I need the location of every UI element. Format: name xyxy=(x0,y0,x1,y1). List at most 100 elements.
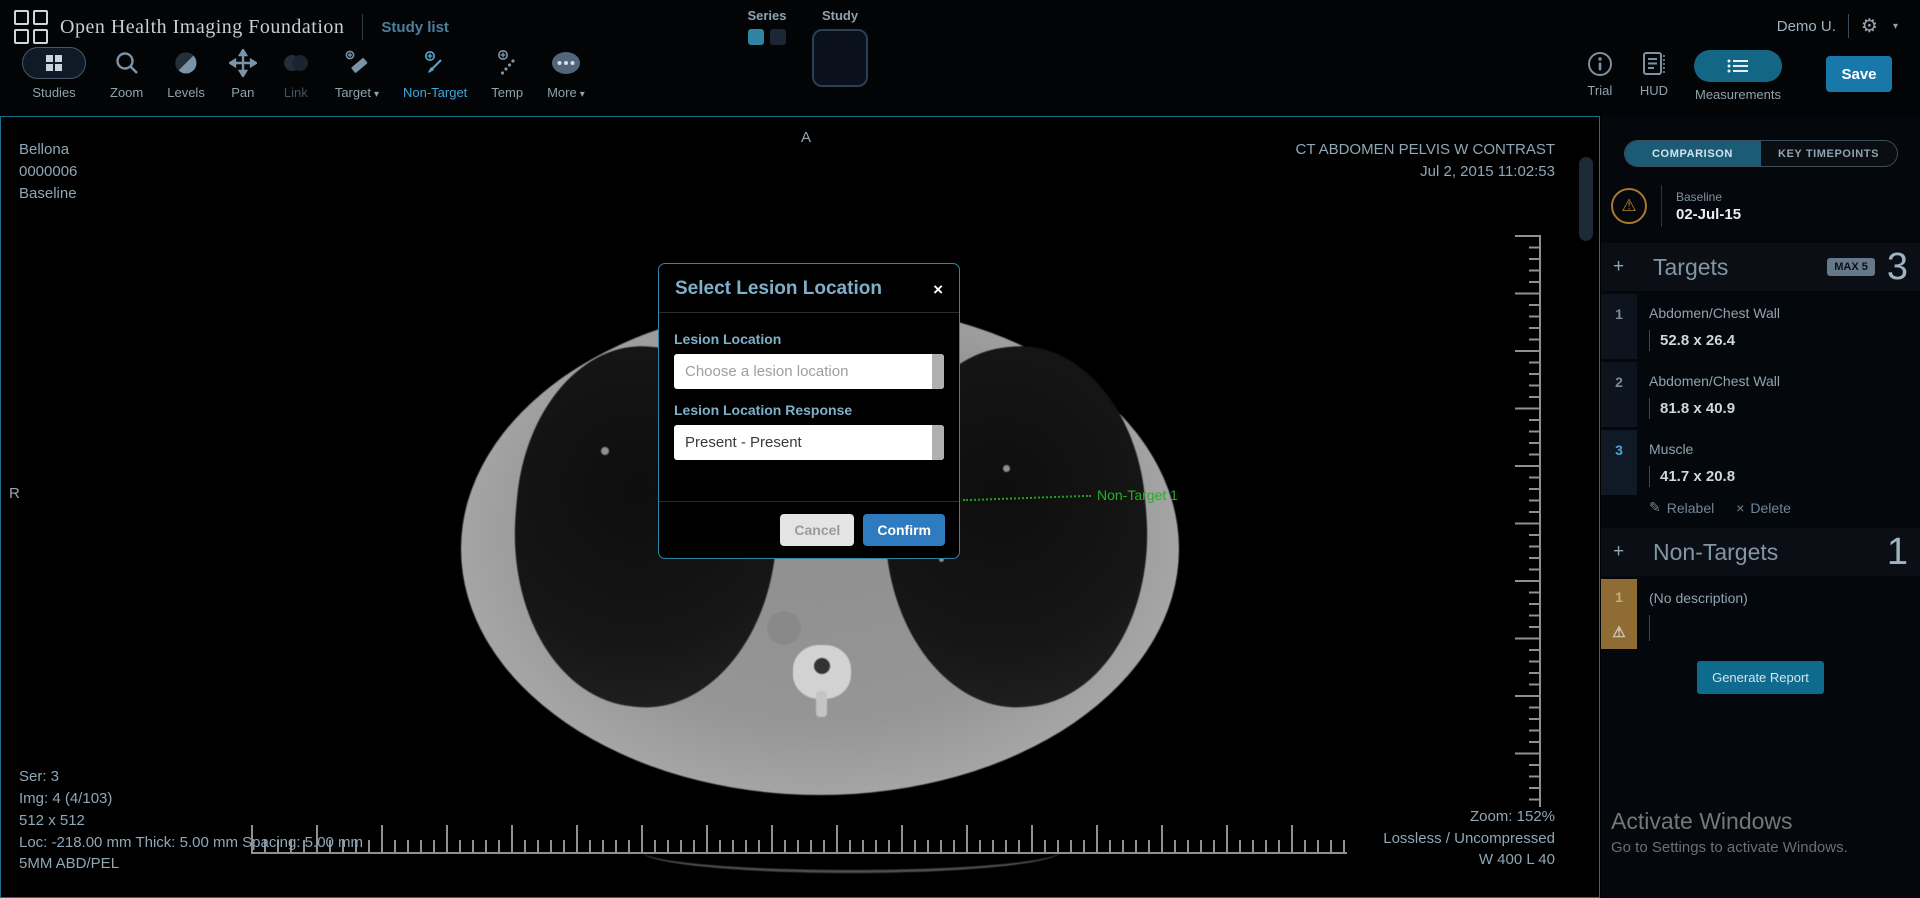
divider xyxy=(1661,185,1662,227)
overlay-series-stats: Ser: 3 Img: 4 (4/103) 512 x 512 Loc: -21… xyxy=(19,766,363,875)
tool-label: Temp xyxy=(491,85,523,100)
timepoint-row: ⚠ Baseline 02-Jul-15 xyxy=(1611,185,1920,227)
more-ellipsis-icon xyxy=(549,50,583,76)
divider xyxy=(1848,14,1849,38)
add-non-target-icon[interactable]: + xyxy=(1613,541,1639,563)
timepoint-name: Baseline xyxy=(19,183,77,205)
close-icon[interactable]: × xyxy=(933,281,943,298)
header-divider xyxy=(362,14,363,40)
save-button[interactable]: Save xyxy=(1826,56,1892,92)
measurements-panel: COMPARISON KEY TIMEPOINTS ⚠ Baseline 02-… xyxy=(1601,116,1920,898)
non-target-label: (No description) xyxy=(1649,590,1908,606)
tool-non-target[interactable]: Non-Target xyxy=(391,46,479,100)
tool-hud[interactable]: HUD xyxy=(1640,50,1668,98)
tool-studies[interactable]: Studies xyxy=(10,46,98,100)
tool-temp[interactable]: Temp xyxy=(479,46,535,100)
compression: Lossless / Uncompressed xyxy=(1383,828,1555,850)
study-list-link[interactable]: Study list xyxy=(381,19,449,36)
window-level: W 400 L 40 xyxy=(1383,849,1555,871)
user-name[interactable]: Demo U. xyxy=(1777,18,1836,35)
select-value: Present - Present xyxy=(685,434,802,451)
tool-label: Levels xyxy=(167,85,205,100)
delete-button[interactable]: × Delete xyxy=(1736,499,1791,516)
targets-max-badge: MAX 5 xyxy=(1827,258,1875,276)
series-thumb[interactable] xyxy=(770,29,786,45)
warning-circle-icon: ⚠ xyxy=(1611,188,1647,224)
image-number: Img: 4 (4/103) xyxy=(19,788,363,810)
slice-location: Loc: -218.00 mm Thick: 5.00 mm Spacing: … xyxy=(19,832,363,854)
target-row[interactable]: 1 Abdomen/Chest Wall 52.8 x 26.4 xyxy=(1601,294,1920,359)
tool-label: Target▾ xyxy=(335,85,379,100)
non-targets-count: 1 xyxy=(1887,531,1908,574)
tool-measurements[interactable]: Measurements xyxy=(1694,50,1782,102)
tab-key-timepoints[interactable]: KEY TIMEPOINTS xyxy=(1761,141,1897,166)
levels-icon xyxy=(173,50,199,76)
non-target-number: 1 xyxy=(1615,589,1623,605)
series-label: Series xyxy=(732,8,802,23)
study-description: CT ABDOMEN PELVIS W CONTRAST xyxy=(1296,139,1555,161)
add-target-icon[interactable]: + xyxy=(1613,256,1639,278)
tool-zoom[interactable]: Zoom xyxy=(98,46,155,100)
patient-id: 0000006 xyxy=(19,161,77,183)
non-targets-title: Non-Targets xyxy=(1653,539,1778,566)
target-row[interactable]: 2 Abdomen/Chest Wall 81.8 x 40.9 xyxy=(1601,362,1920,427)
timepoint-date: 02-Jul-15 xyxy=(1676,206,1741,223)
confirm-button[interactable]: Confirm xyxy=(863,514,945,546)
activate-windows-watermark: Activate Windows Go to Settings to activ… xyxy=(1611,808,1848,856)
targets-section-header[interactable]: + Targets MAX 5 3 xyxy=(1601,243,1920,291)
row-actions: ✎ Relabel × Delete xyxy=(1601,495,1920,528)
tool-pan[interactable]: Pan xyxy=(217,46,269,100)
select-scrollbar[interactable] xyxy=(929,425,944,460)
dialog-title: Select Lesion Location xyxy=(675,278,882,300)
tab-comparison[interactable]: COMPARISON xyxy=(1625,141,1761,166)
target-label: Abdomen/Chest Wall xyxy=(1649,305,1908,321)
series-widget[interactable]: Series xyxy=(732,8,802,45)
app-title: Open Health Imaging Foundation xyxy=(60,16,344,39)
targets-title: Targets xyxy=(1653,254,1728,281)
tool-more[interactable]: More▾ xyxy=(535,46,597,100)
target-label: Abdomen/Chest Wall xyxy=(1649,373,1908,389)
non-targets-section-header[interactable]: + Non-Targets 1 xyxy=(1601,528,1920,576)
tool-label: Studies xyxy=(32,85,75,100)
lesion-location-response-select[interactable]: Present - Present xyxy=(674,425,944,460)
tool-levels[interactable]: Levels xyxy=(155,46,217,100)
image-stack-scrollbar[interactable] xyxy=(1579,157,1593,241)
delete-x-icon: × xyxy=(1736,500,1744,516)
series-thumb-active[interactable] xyxy=(748,29,764,45)
lesion-location-select[interactable]: Choose a lesion location xyxy=(674,354,944,389)
toolbar: Studies Zoom Levels Pan xyxy=(10,46,597,100)
targets-count: 3 xyxy=(1887,246,1908,289)
study-widget[interactable]: Study xyxy=(810,8,870,87)
measurements-active-pill xyxy=(1694,50,1782,82)
zoom-level: Zoom: 152% xyxy=(1383,806,1555,828)
non-target-annotation-label[interactable]: Non-Target 1 xyxy=(1097,487,1178,503)
target-measurement: 81.8 x 40.9 xyxy=(1649,398,1908,419)
tool-label: Trial xyxy=(1587,83,1612,98)
overlay-view-stats: Zoom: 152% Lossless / Uncompressed W 400… xyxy=(1383,806,1555,871)
target-number: 3 xyxy=(1601,430,1637,495)
gear-icon[interactable]: ⚙ xyxy=(1861,15,1878,38)
tool-label: HUD xyxy=(1640,83,1668,98)
target-row-selected[interactable]: 3 Muscle 41.7 x 20.8 xyxy=(1601,430,1920,495)
non-target-icon xyxy=(420,48,450,78)
select-scrollbar[interactable] xyxy=(929,354,944,389)
relabel-button[interactable]: ✎ Relabel xyxy=(1649,499,1714,516)
cancel-button[interactable]: Cancel xyxy=(780,514,854,546)
timepoint-label: Baseline xyxy=(1676,190,1741,204)
generate-report-button[interactable]: Generate Report xyxy=(1697,661,1824,694)
study-thumbnail[interactable] xyxy=(812,29,868,87)
non-target-row[interactable]: 1 ⚠ (No description) xyxy=(1601,579,1920,649)
overlay-study-info: CT ABDOMEN PELVIS W CONTRAST Jul 2, 2015… xyxy=(1296,139,1555,183)
pan-icon xyxy=(229,49,257,77)
tool-label: Zoom xyxy=(110,85,143,100)
app-logo[interactable]: Open Health Imaging Foundation Study lis… xyxy=(14,10,449,44)
link-icon xyxy=(281,52,311,74)
non-target-measurement xyxy=(1649,615,1908,641)
caret-down-icon[interactable]: ▾ xyxy=(1893,21,1898,32)
target-ruler-icon xyxy=(343,49,371,77)
tool-trial[interactable]: Trial xyxy=(1586,50,1614,98)
select-lesion-location-dialog: Select Lesion Location × Lesion Location… xyxy=(658,263,960,559)
tool-link[interactable]: Link xyxy=(269,46,323,100)
tool-target[interactable]: Target▾ xyxy=(323,46,391,100)
overlay-patient-info: Bellona 0000006 Baseline xyxy=(19,139,77,204)
